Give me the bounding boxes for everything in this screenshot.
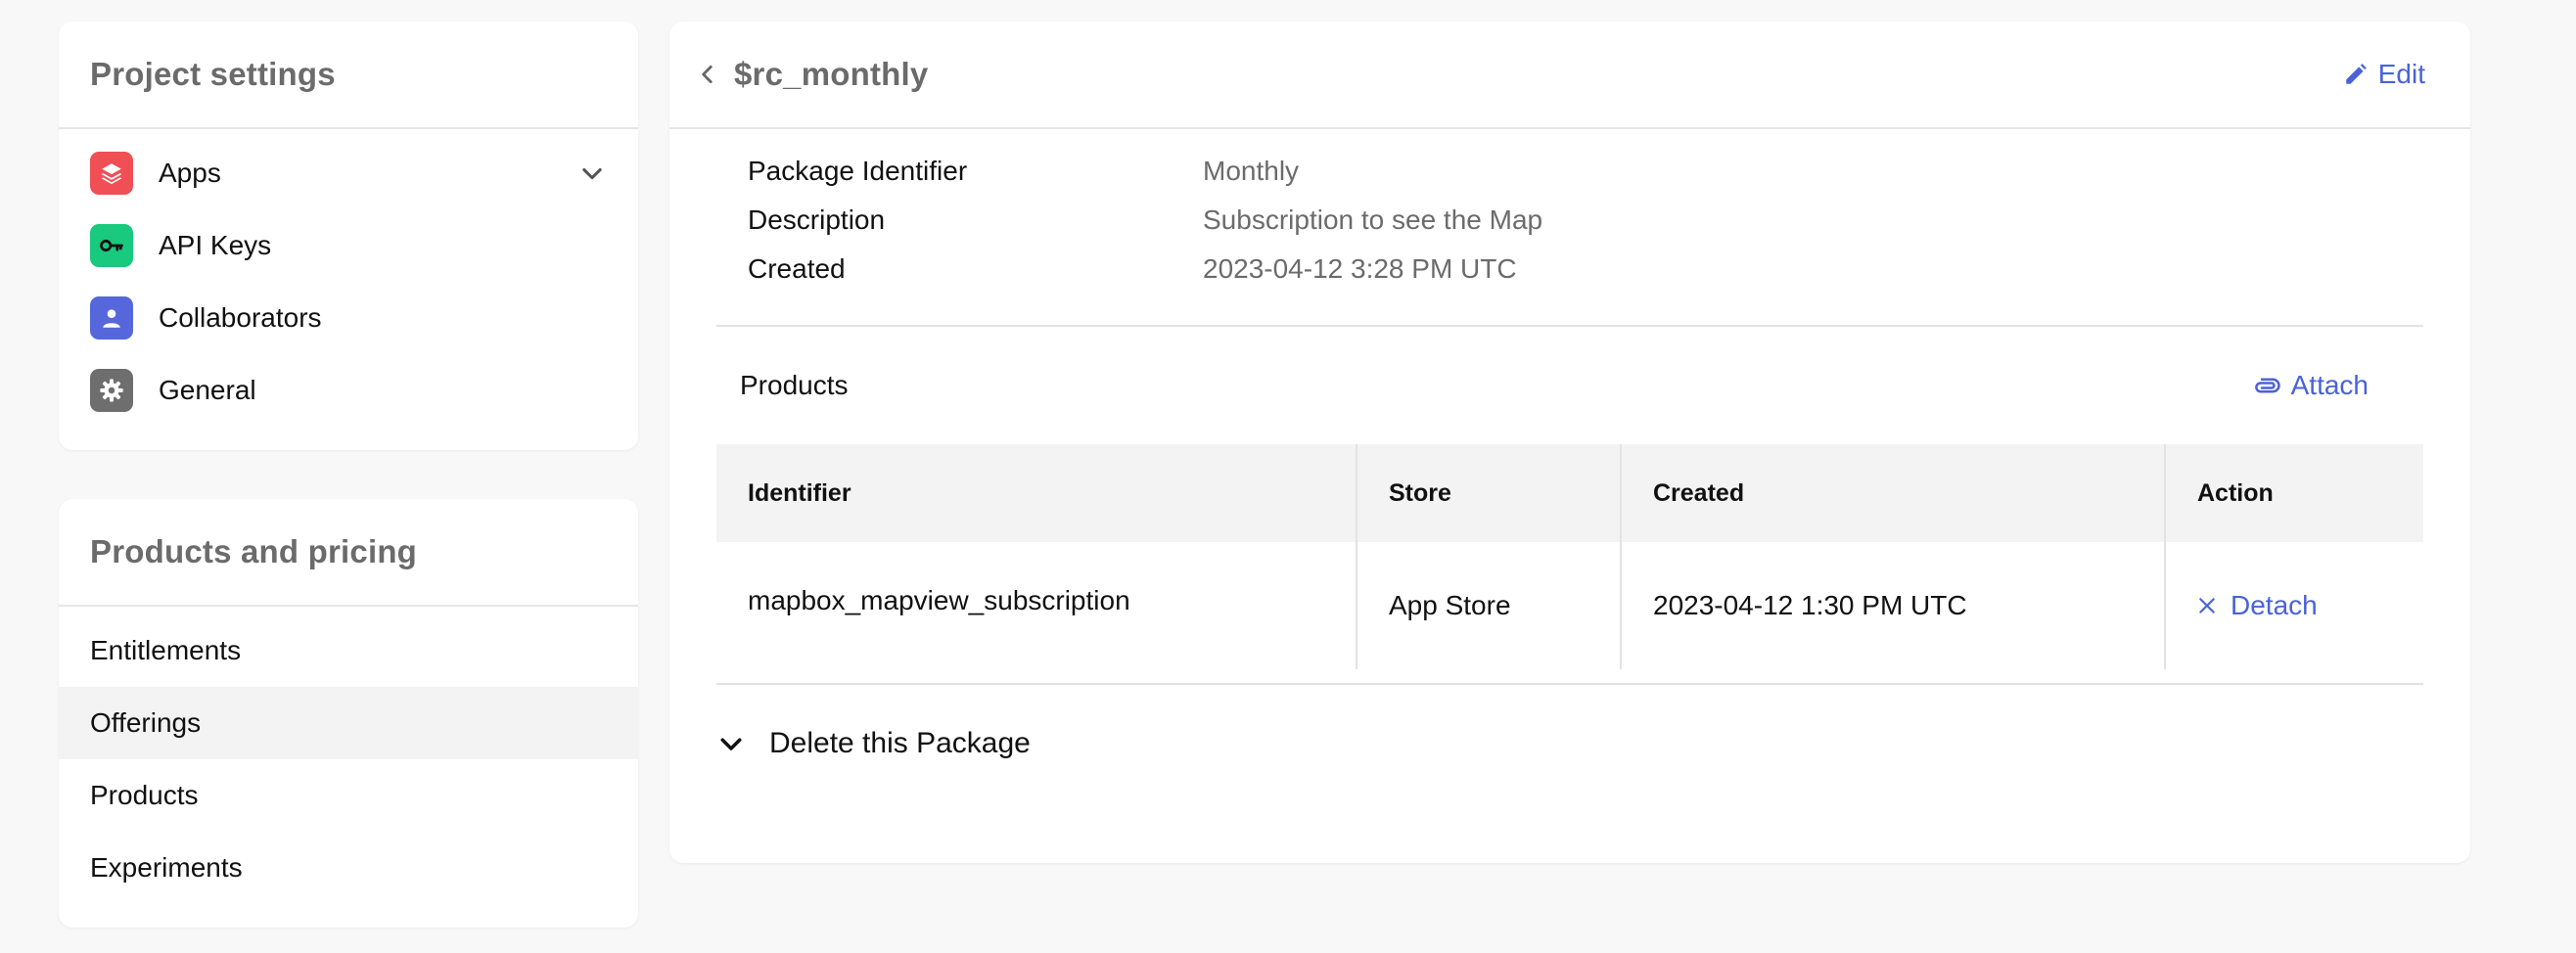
detail-value: 2023-04-12 3:28 PM UTC — [1203, 253, 1517, 284]
detail-key: Description — [748, 204, 886, 235]
delete-package-label: Delete this Package — [769, 727, 1031, 759]
pencil-icon — [2346, 64, 2367, 84]
sidebar-item-label: API Keys — [159, 230, 272, 260]
edit-label: Edit — [2377, 59, 2425, 89]
sidebar-item-label: Entitlements — [90, 635, 242, 665]
sidebar-item-label: Apps — [159, 158, 221, 188]
close-icon — [2199, 598, 2215, 613]
products-pricing-header: Products and pricing — [59, 499, 638, 607]
column-header-action: Action — [2164, 444, 2423, 542]
products-table-wrap: Identifier Store Created Action mapbox_m… — [716, 444, 2423, 685]
attach-label: Attach — [2290, 370, 2369, 400]
product-identifier: mapbox_mapview_subscription — [748, 585, 1130, 615]
project-settings-title: Project settings — [90, 56, 336, 92]
sidebar-item-label: General — [159, 375, 256, 405]
apps-stack-icon — [90, 152, 133, 195]
package-details: Package Identifier Monthly Description S… — [669, 129, 2470, 325]
column-header-store: Store — [1356, 444, 1621, 542]
table-row: mapbox_mapview_subscription App Store 20… — [716, 542, 2423, 669]
cell-store: App Store — [1356, 542, 1621, 669]
products-table: Identifier Store Created Action mapbox_m… — [716, 444, 2423, 669]
package-detail-card: $rc_monthly Edit Package Identifier Mont… — [669, 22, 2470, 863]
cell-identifier: mapbox_mapview_subscription — [716, 542, 1357, 669]
person-icon — [90, 296, 133, 340]
sidebar-item-collaborators[interactable]: Collaborators — [59, 282, 638, 354]
project-settings-header: Project settings — [59, 22, 638, 129]
table-header-row: Identifier Store Created Action — [716, 444, 2423, 542]
sidebar-item-label: Products — [90, 780, 199, 810]
sidebar-item-label: Collaborators — [159, 302, 322, 333]
sidebar-item-api-keys[interactable]: API Keys — [59, 209, 638, 282]
sidebar-item-label: Experiments — [90, 852, 243, 883]
project-settings-list: Apps API Keys Collaborators General — [59, 129, 638, 427]
delete-package-toggle[interactable]: Delete this Package — [669, 679, 2470, 808]
detail-row-created: Created 2023-04-12 3:28 PM UTC — [748, 245, 2470, 294]
detail-row-identifier: Package Identifier Monthly — [748, 147, 2470, 196]
cell-created: 2023-04-12 1:30 PM UTC — [1620, 542, 2165, 669]
products-pricing-list: Entitlements Offerings Products Experime… — [59, 607, 638, 904]
key-icon — [90, 224, 133, 267]
edit-button[interactable]: Edit — [2343, 59, 2425, 90]
sidebar-item-experiments[interactable]: Experiments — [59, 832, 638, 904]
detach-label: Detach — [2231, 590, 2318, 620]
package-title: $rc_monthly — [734, 56, 929, 92]
detach-button[interactable]: Detach — [2197, 590, 2392, 621]
sidebar-item-products[interactable]: Products — [59, 759, 638, 832]
sidebar-item-general[interactable]: General — [59, 354, 638, 427]
sidebar-item-apps[interactable]: Apps — [59, 137, 638, 209]
detail-value: Monthly — [1203, 156, 1300, 186]
cell-action: Detach — [2164, 542, 2423, 669]
products-section-header: Products Attach — [669, 327, 2470, 444]
chevron-down-icon — [720, 738, 742, 750]
package-header: $rc_monthly Edit — [669, 22, 2470, 129]
products-section-title: Products — [740, 370, 849, 400]
products-pricing-title: Products and pricing — [90, 533, 418, 569]
column-header-created: Created — [1620, 444, 2165, 542]
detail-key: Package Identifier — [748, 156, 968, 186]
sidebar-item-offerings[interactable]: Offerings — [59, 687, 638, 759]
chevron-down-icon[interactable] — [577, 159, 607, 188]
detail-row-description: Description Subscription to see the Map — [748, 196, 2470, 245]
attach-button[interactable]: Attach — [2252, 370, 2369, 401]
paperclip-icon — [2254, 378, 2280, 393]
products-pricing-card: Products and pricing Entitlements Offeri… — [59, 499, 638, 928]
column-header-identifier: Identifier — [716, 444, 1357, 542]
project-settings-card: Project settings Apps API Keys Collabora… — [59, 22, 638, 450]
sidebar-item-label: Offerings — [90, 707, 202, 738]
gear-icon — [90, 369, 133, 412]
sidebar-item-entitlements[interactable]: Entitlements — [59, 614, 638, 687]
detail-value: Subscription to see the Map — [1203, 204, 1543, 235]
back-chevron-icon[interactable] — [695, 62, 720, 87]
detail-key: Created — [748, 253, 846, 284]
